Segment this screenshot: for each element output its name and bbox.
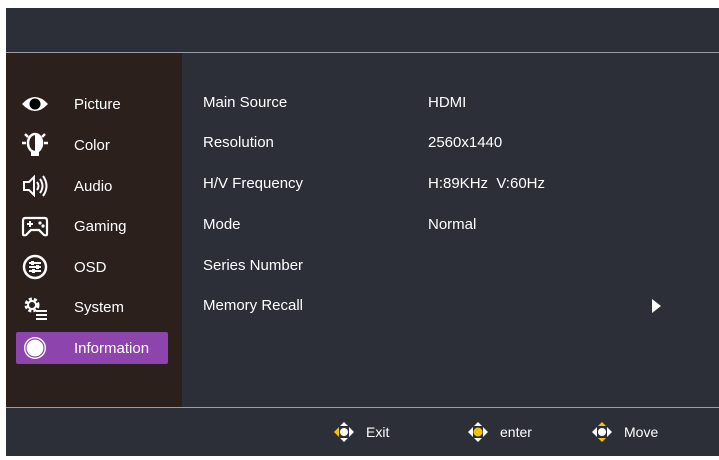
info-row-series-number: Series Number — [182, 251, 719, 281]
sidebar-item-label: Gaming — [74, 217, 127, 235]
eye-icon — [18, 88, 52, 120]
gamepad-icon — [18, 210, 52, 242]
sidebar-item-label: Color — [74, 136, 110, 154]
color-bulb-icon — [18, 129, 52, 161]
move-label: Move — [624, 424, 659, 440]
info-row-hv-frequency: H/V Frequency H:89KHz V:60Hz — [182, 169, 719, 199]
gear-list-icon — [18, 291, 52, 323]
sidebar-item-osd[interactable]: OSD — [16, 251, 168, 283]
info-label: Series Number — [203, 257, 304, 274]
sidebar-item-system[interactable]: System — [16, 291, 168, 323]
info-label: Resolution — [203, 134, 274, 151]
chevron-right-icon[interactable] — [652, 299, 661, 313]
info-value: Normal — [428, 216, 477, 233]
info-row-mode: Mode Normal — [182, 210, 719, 240]
info-value: H:89KHz V:60Hz — [428, 175, 545, 192]
footer-hints: Exit enter Move — [6, 408, 719, 456]
osd-sliders-icon — [18, 251, 52, 283]
sidebar-item-label: System — [74, 298, 125, 316]
joystick-press-icon — [468, 422, 488, 442]
info-panel: Main Source HDMI Resolution 2560x1440 H/… — [182, 53, 719, 407]
osd-menu: Picture Color Audio Gaming OSD System In… — [6, 8, 719, 456]
hint-enter: enter — [466, 421, 532, 443]
info-label: Main Source — [203, 94, 288, 111]
sidebar: Picture Color Audio Gaming OSD System In… — [6, 53, 182, 407]
sidebar-item-label: Information — [74, 339, 150, 357]
info-value: 2560x1440 — [428, 134, 503, 151]
sidebar-item-color[interactable]: Color — [16, 129, 168, 161]
exit-label: Exit — [366, 424, 390, 440]
joystick-updown-icon — [592, 422, 612, 442]
sidebar-item-label: Audio — [74, 177, 113, 195]
info-label: Memory Recall — [203, 297, 304, 314]
sidebar-item-information[interactable]: Information — [16, 332, 168, 364]
info-row-main-source: Main Source HDMI — [182, 88, 719, 118]
sidebar-item-label: OSD — [74, 258, 107, 276]
circle-icon — [18, 332, 52, 364]
info-label: Mode — [203, 216, 241, 233]
info-row-memory-recall[interactable]: Memory Recall — [182, 291, 719, 321]
sidebar-item-picture[interactable]: Picture — [16, 88, 168, 120]
info-row-resolution: Resolution 2560x1440 — [182, 128, 719, 158]
hint-exit: Exit — [332, 421, 389, 443]
speaker-icon — [18, 170, 52, 202]
sidebar-item-gaming[interactable]: Gaming — [16, 210, 168, 242]
sidebar-item-audio[interactable]: Audio — [16, 170, 168, 202]
info-value: HDMI — [428, 94, 467, 111]
hint-move: Move — [590, 421, 658, 443]
enter-label: enter — [500, 424, 532, 440]
sidebar-item-label: Picture — [74, 95, 121, 113]
joystick-left-icon — [334, 422, 354, 442]
info-label: H/V Frequency — [203, 175, 304, 192]
